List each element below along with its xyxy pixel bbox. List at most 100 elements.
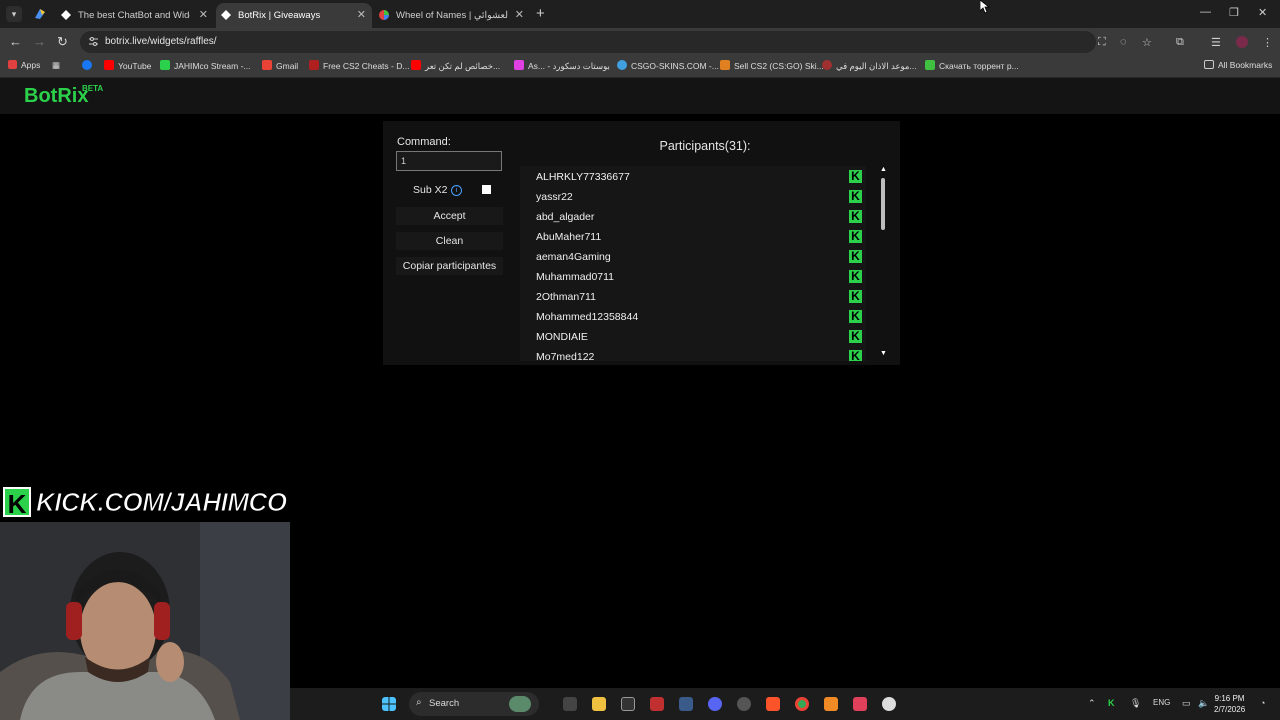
back-icon[interactable]: ← xyxy=(9,34,22,49)
logitech-icon[interactable] xyxy=(621,697,635,711)
translate-icon[interactable]: ⛶ xyxy=(1098,36,1106,49)
close-icon[interactable]: ✕ xyxy=(199,8,208,21)
list-item[interactable]: MONDIAIE K xyxy=(536,327,866,347)
brave-icon[interactable] xyxy=(766,697,780,711)
bookmark-cs2-cheats[interactable]: Free CS2 Cheats - D... xyxy=(309,60,409,71)
command-input[interactable]: 1 xyxy=(396,151,502,171)
list-item[interactable]: abd_algader K xyxy=(536,207,866,227)
clock-date: 2/7/2026 xyxy=(1214,705,1246,714)
sub-x2-checkbox[interactable] xyxy=(482,185,491,194)
bookmark-label: JAHIMco Stream -... xyxy=(174,61,251,71)
site-info-icon[interactable] xyxy=(88,36,99,47)
bookmark-gmail[interactable]: Gmail xyxy=(262,60,298,71)
reload-icon[interactable]: ↻ xyxy=(57,34,68,50)
file-explorer-icon[interactable] xyxy=(592,697,606,711)
gmail-icon xyxy=(262,60,272,70)
tab-giveaways[interactable]: BotRix | Giveaways ✕ xyxy=(216,3,372,28)
forward-icon[interactable]: → xyxy=(33,34,46,49)
kick-icon: K xyxy=(849,330,862,343)
apps-grid-icon xyxy=(8,60,17,69)
sub-x2-label: Sub X2 xyxy=(413,184,448,196)
taskbar-search[interactable]: ⌕ Search xyxy=(409,692,539,716)
tab-wheel-of-names[interactable]: Wheel of Names | عجلة الاسم العشوائي ✕ xyxy=(374,3,530,28)
scroll-down-icon[interactable]: ▼ xyxy=(880,350,887,357)
steam-icon[interactable] xyxy=(679,697,693,711)
obs-icon[interactable] xyxy=(737,697,751,711)
minimize-icon[interactable]: — xyxy=(1200,6,1211,18)
chrome-icon[interactable] xyxy=(795,697,809,711)
list-item[interactable]: ALHRKLY77336677 K xyxy=(536,167,866,187)
bookmark-jahimco[interactable]: JAHIMco Stream -... xyxy=(160,60,251,71)
tray-expand-icon[interactable]: ⌃ xyxy=(1088,698,1096,709)
list-item[interactable]: Mohammed12358844 K xyxy=(536,307,866,327)
kick-icon: K xyxy=(849,290,862,303)
kick-tray-icon[interactable]: K xyxy=(1108,698,1115,708)
maximize-icon[interactable]: ❐ xyxy=(1229,6,1239,19)
bookmark-youtube[interactable]: YouTube xyxy=(104,60,151,71)
close-window-icon[interactable]: ✕ xyxy=(1258,6,1267,19)
bookmark-star-icon[interactable]: ☆ xyxy=(1142,36,1152,49)
search-icon: ⌕ xyxy=(416,697,422,708)
task-view-icon[interactable] xyxy=(563,697,577,711)
network-icon[interactable]: ▭ xyxy=(1182,698,1191,709)
tab-chatbot[interactable]: The best ChatBot and Widgets ✕ xyxy=(56,3,214,28)
close-icon[interactable]: ✕ xyxy=(357,8,366,21)
bookmark-torrent[interactable]: Скачать торрент р... xyxy=(925,60,1019,71)
participant-name: MONDIAIE xyxy=(536,331,588,343)
tab-title: BotRix | Giveaways xyxy=(238,10,321,21)
tab-search-icon[interactable]: ▾ xyxy=(6,6,22,22)
close-icon[interactable]: ✕ xyxy=(515,8,524,21)
app-orange-icon[interactable] xyxy=(824,697,838,711)
eye-off-icon[interactable]: ◌ xyxy=(1120,36,1127,48)
extensions-icon[interactable]: ⧉ xyxy=(1176,36,1184,49)
kick-channel-banner: K KICK.COM/JAHIMCO xyxy=(0,485,290,519)
language-indicator[interactable]: ENG xyxy=(1153,698,1170,707)
address-bar[interactable]: botrix.live/widgets/raffles/ ⛶ ◌ ☆ xyxy=(80,31,1152,53)
accept-button[interactable]: Accept xyxy=(396,207,503,225)
microphone-icon[interactable]: 🎙 xyxy=(1130,698,1141,709)
list-item[interactable]: Muhammad0711 K xyxy=(536,267,866,287)
participants-list[interactable]: ALHRKLY77336677 K yassr22 K abd_algader K A… xyxy=(520,166,866,361)
participants-scrollbar[interactable]: ▲ ▼ xyxy=(877,166,890,361)
profile-avatar[interactable] xyxy=(1236,36,1248,48)
list-item[interactable]: aeman4Gaming K xyxy=(536,247,866,267)
facebook-icon[interactable] xyxy=(82,60,96,71)
copy-participants-button[interactable]: Copiar participantes xyxy=(396,257,503,275)
list-item[interactable]: Mo7med122 K xyxy=(536,347,866,361)
participant-name: 2Othman711 xyxy=(536,291,596,303)
bookmark-csgo-skins[interactable]: CSGO-SKINS.COM -... xyxy=(617,60,719,71)
app-pink-icon[interactable] xyxy=(853,697,867,711)
bookmark-youtube-arabic[interactable]: خصائص لم تكن تعر... xyxy=(411,60,500,72)
notification-icon[interactable]: ◔ xyxy=(1260,698,1265,708)
botrix-icon xyxy=(61,10,71,20)
browser-toolbar: ← → ↻ botrix.live/widgets/raffles/ ⛶ ◌ ☆… xyxy=(0,28,1280,55)
info-icon[interactable]: i xyxy=(451,185,462,196)
list-item[interactable]: AbuMaher711 K xyxy=(536,227,866,247)
pinned-tab-icon[interactable] xyxy=(32,6,48,22)
all-bookmarks[interactable]: All Bookmarks xyxy=(1204,60,1272,70)
windows-start-icon[interactable] xyxy=(382,697,396,711)
scroll-up-icon[interactable]: ▲ xyxy=(880,166,887,173)
new-tab-icon[interactable]: + xyxy=(536,5,545,22)
search-highlight-icon xyxy=(509,696,531,712)
media-icon[interactable]: ☰ xyxy=(1211,36,1221,49)
list-item[interactable]: 2Othman711 K xyxy=(536,287,866,307)
cs2-icon xyxy=(309,60,319,70)
app-red-icon[interactable] xyxy=(650,697,664,711)
bookmark-prayer-times[interactable]: موعد الاذان اليوم في... xyxy=(822,60,917,72)
bookmark-discord-posts[interactable]: As... - بوستات دسكورد xyxy=(514,60,610,72)
volume-icon[interactable]: 🔈 xyxy=(1198,698,1209,709)
settings-gear-icon[interactable] xyxy=(882,697,896,711)
bookmark-sell-cs2[interactable]: Sell CS2 (CS:GO) Ski... xyxy=(720,60,824,71)
discord-icon[interactable] xyxy=(708,697,722,711)
clean-button[interactable]: Clean xyxy=(396,232,503,250)
tab-groups-icon[interactable]: ▦ xyxy=(52,60,60,71)
bookmark-apps[interactable]: Apps xyxy=(8,60,40,70)
list-item[interactable]: yassr22 K xyxy=(536,187,866,207)
taskbar-clock[interactable]: 9:16 PM 2/7/2026 xyxy=(1214,693,1245,715)
scroll-thumb[interactable] xyxy=(881,178,885,230)
botrix-logo[interactable]: BotRix xyxy=(24,85,88,108)
torrent-icon xyxy=(925,60,935,70)
tab-title: Wheel of Names | عجلة الاسم العشوائي xyxy=(396,10,508,21)
menu-kebab-icon[interactable]: ⋮ xyxy=(1262,36,1273,49)
